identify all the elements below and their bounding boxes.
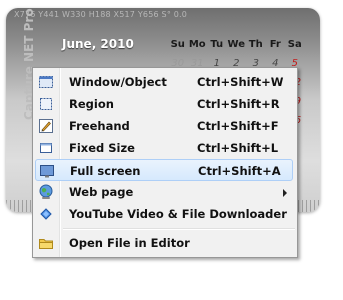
weekday-label: Fr [269,39,281,50]
weekday-label: Tu [210,39,224,50]
menu-item-label: Open File in Editor [69,236,190,250]
fixed-size-icon [38,140,54,156]
globe-icon [38,184,54,200]
region-select-icon [38,96,54,112]
menu-item-label: Freehand [69,119,130,133]
folder-icon [38,235,54,251]
weekday-label: Sa [287,39,302,50]
menu-item-fixed-size[interactable]: Fixed Size Ctrl+Shift+L [35,137,293,159]
menu-item-window-object[interactable]: Window/Object Ctrl+Shift+W [35,71,293,93]
menu-item-web-page[interactable]: Web page [35,181,293,203]
menu-item-shortcut: Ctrl+Shift+F [197,119,279,133]
menu-item-label: Window/Object [69,75,167,89]
submenu-arrow-icon [283,189,287,197]
calendar-weekday-header: Su Mo Tu We Th Fr Sa [168,39,318,58]
menu-separator [63,228,295,230]
menu-item-label: Full screen [70,164,141,178]
window-select-icon [38,74,54,90]
diamond-download-icon [38,206,54,222]
weekday-label: Su [170,39,185,50]
freehand-pen-icon [38,118,54,134]
menu-item-youtube-downloader[interactable]: YouTube Video & File Downloader [35,203,293,225]
fullscreen-icon [39,163,55,179]
menu-item-label: Region [69,97,114,111]
weekday-label: Th [248,39,263,50]
weekday-label: Mo [188,39,206,50]
menu-item-shortcut: Ctrl+Shift+W [197,75,284,89]
weekday-label: We [227,39,245,50]
capture-context-menu: Window/Object Ctrl+Shift+W Region Ctrl+S… [32,67,298,258]
menu-item-label: Fixed Size [69,141,135,155]
menu-item-label: YouTube Video & File Downloader [69,207,287,221]
menu-item-label: Web page [69,185,134,199]
menu-item-shortcut: Ctrl+Shift+A [198,164,281,178]
menu-item-shortcut: Ctrl+Shift+R [197,97,280,111]
menu-item-full-screen[interactable]: Full screen Ctrl+Shift+A [35,159,293,181]
menu-item-region[interactable]: Region Ctrl+Shift+R [35,93,293,115]
menu-item-freehand[interactable]: Freehand Ctrl+Shift+F [35,115,293,137]
coordinates-readout: X776 Y441 W330 H188 X517 Y656 S° 0.0 [14,10,188,19]
menu-item-open-file-in-editor[interactable]: Open File in Editor [35,232,293,254]
menu-item-shortcut: Ctrl+Shift+L [197,141,279,155]
calendar-month-title: June, 2010 [62,37,134,51]
